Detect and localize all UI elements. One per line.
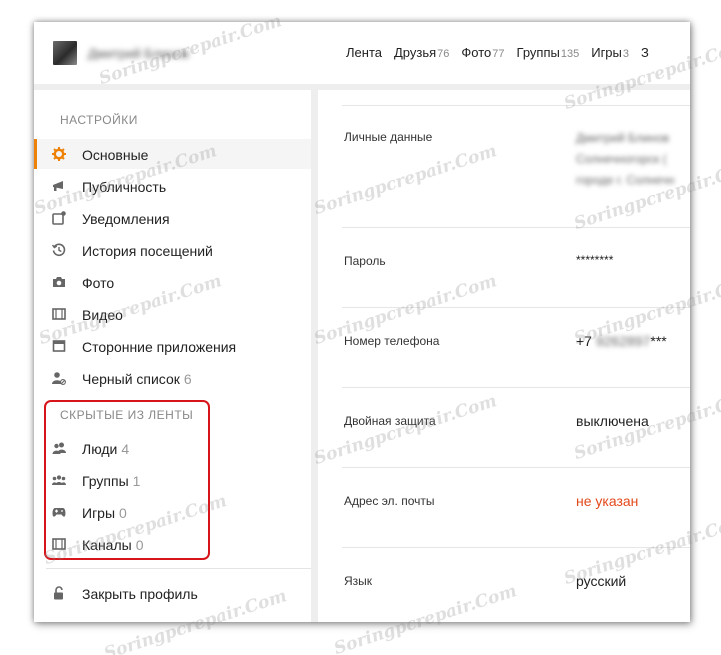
sidebar-item-apps[interactable]: Сторонние приложения [34,331,311,361]
sidebar-item-hidden-games[interactable]: Игры 0 [34,497,311,527]
row-label: Личные данные [344,130,433,144]
sidebar-item-label: Игры 0 [82,505,127,521]
sidebar-item-notifications[interactable]: Уведомления [34,203,311,233]
sidebar-item-publicity[interactable]: Публичность [34,171,311,201]
sidebar-item-label: Люди 4 [82,441,130,457]
sidebar-item-label: Основные [82,147,149,163]
item-count: 0 [135,537,144,553]
nav-games[interactable]: Игры3 [591,45,629,60]
row-value: Дмитрий Блинов Солнечногорск ( городе г.… [576,131,675,187]
apps-icon [52,340,66,352]
nav-count: 76 [437,48,450,60]
people-icon [52,442,66,454]
top-bar: Дмитрий Блинов Лента Друзья76 Фото77 Гру… [34,22,690,84]
sidebar-item-hidden-channels[interactable]: Каналы 0 [34,529,311,559]
sidebar-item-label: Каналы 0 [82,537,144,553]
sidebar-item-label: Видео [82,307,123,323]
nav-more[interactable]: З [641,45,649,60]
sidebar-item-photo[interactable]: Фото [34,267,311,297]
item-count: 6 [183,371,192,387]
camera-icon [53,277,65,287]
settings-row-personal[interactable]: Личные данные Дмитрий Блинов Солнечногор… [342,106,690,228]
sidebar-item-label: Уведомления [82,211,170,227]
nav-photos[interactable]: Фото77 [461,45,504,60]
nav-friends[interactable]: Друзья76 [394,45,449,60]
app-window: Дмитрий Блинов Лента Друзья76 Фото77 Гру… [34,22,690,622]
nav-count: 3 [622,48,630,60]
sidebar-item-history[interactable]: История посещений [34,235,311,265]
row-label: Язык [344,574,373,588]
settings-row-email[interactable]: Адрес эл. почты не указан [342,468,690,548]
settings-row-phone[interactable]: Номер телефона +7 9262897*** [342,308,690,388]
item-count: 4 [121,441,130,457]
unlock-icon [54,586,63,600]
sidebar-item-label: История посещений [82,243,213,259]
history-icon [52,243,66,257]
sidebar-item-hidden-people[interactable]: Люди 4 [34,433,311,463]
sidebar-item-label: Фото [82,275,115,291]
sidebar-item-label: Черный список 6 [82,371,192,387]
user-name[interactable]: Дмитрий Блинов [88,46,189,61]
settings-section-title: НАСТРОЙКИ [60,113,138,127]
megaphone-icon [53,181,63,191]
row-label: Номер телефона [344,334,440,348]
sidebar-item-label: Сторонние приложения [82,339,237,355]
sidebar-item-blacklist[interactable]: Черный список 6 [34,363,311,393]
row-value: ******** [576,253,614,267]
close-profile-label: Закрыть профиль [82,586,198,602]
top-divider-row [342,90,690,106]
settings-main: Личные данные Дмитрий Блинов Солнечногор… [318,90,690,622]
nav-feed[interactable]: Лента [346,45,382,60]
sidebar-item-video[interactable]: Видео [34,299,311,329]
settings-row-language[interactable]: Язык русский [342,548,690,622]
avatar[interactable] [53,41,77,65]
nav-count: 77 [492,48,505,60]
sidebar-item-label: Публичность [82,179,167,195]
nav-count: 135 [560,48,580,60]
blocked-user-icon [52,372,66,385]
item-count: 0 [119,505,127,521]
close-profile-button[interactable]: Закрыть профиль [34,578,311,608]
row-value: русский [576,573,627,589]
row-label: Двойная защита [344,414,436,428]
row-label: Пароль [344,254,386,268]
channel-icon [52,538,66,550]
sidebar-divider [46,568,311,569]
hidden-section-title: СКРЫТЫЕ ИЗ ЛЕНТЫ [60,408,194,422]
nav-groups[interactable]: Группы135 [517,45,580,60]
sidebar-item-hidden-groups[interactable]: Группы 1 [34,465,311,495]
row-value: выключена [576,413,649,429]
row-value: +7 9262897*** [576,333,667,349]
row-value: не указан [576,493,639,509]
settings-row-password[interactable]: Пароль ******** [342,228,690,308]
row-label: Адрес эл. почты [344,494,435,508]
top-nav: Лента Друзья76 Фото77 Группы135 Игры3 З [346,45,661,60]
settings-sidebar: НАСТРОЙКИ Основные Публичность Уведомлен… [34,90,311,622]
settings-row-two-factor[interactable]: Двойная защита выключена [342,388,690,468]
groups-icon [52,475,66,485]
gamepad-icon [52,508,66,517]
phone-hidden-digits: 9262897 [595,333,651,349]
notification-icon [52,211,66,225]
sidebar-item-general[interactable]: Основные [34,139,311,169]
gear-icon [52,147,66,161]
film-icon [52,308,66,320]
item-count: 1 [132,473,141,489]
sidebar-item-label: Группы 1 [82,473,141,489]
